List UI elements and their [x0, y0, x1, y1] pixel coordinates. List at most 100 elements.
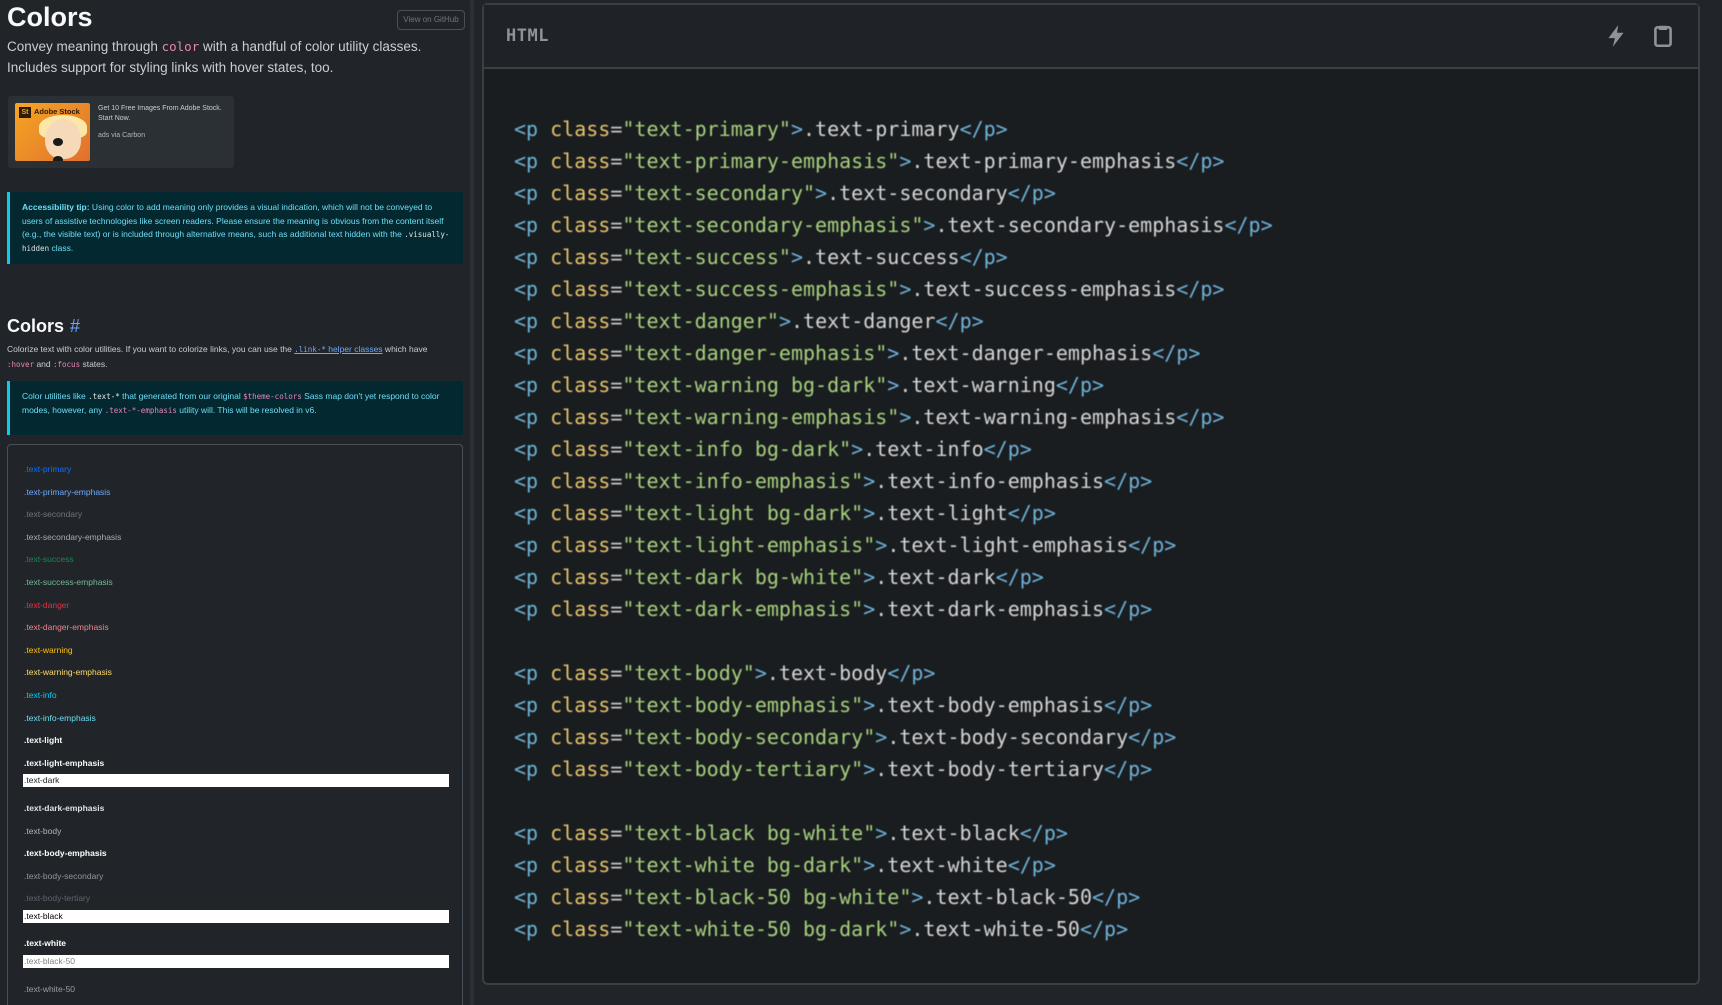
code-line: <p class="text-light bg-dark">.text-ligh…	[514, 501, 1056, 525]
code-line: <p class="text-primary">.text-primary</p…	[514, 117, 1008, 141]
focus-code: :focus	[53, 360, 81, 369]
code-line: <p class="text-info-emphasis">.text-info…	[514, 469, 1153, 493]
color-example-label: .text-light-emphasis	[24, 757, 105, 768]
pane-divider[interactable]	[470, 0, 474, 1005]
code-panel: HTML <p class="text-primary">.text-prima…	[482, 3, 1700, 985]
color-example-item: .text-body-tertiary	[22, 887, 449, 910]
note-text: Color utilities like	[22, 391, 89, 401]
code-line: <p class="text-body-secondary">.text-bod…	[514, 725, 1177, 749]
note-code-3: .text-*-emphasis	[104, 405, 177, 415]
color-example-item: .text-light-emphasis	[22, 752, 449, 775]
color-example-label: .text-white	[24, 938, 67, 949]
ad-image[interactable]: St Adobe Stock	[15, 103, 90, 161]
color-example-item: .text-warning-emphasis	[22, 661, 449, 684]
color-example-item: .text-body	[22, 820, 449, 843]
code-line: <p class="text-danger-emphasis">.text-da…	[514, 341, 1201, 365]
color-example-item: .text-success-emphasis	[22, 571, 449, 594]
color-example-label: .text-white-50	[24, 983, 76, 994]
code-line: <p class="text-secondary-emphasis">.text…	[514, 213, 1273, 237]
code-line: <p class="text-warning bg-dark">.text-wa…	[514, 373, 1105, 397]
code-block[interactable]: <p class="text-primary">.text-primary</p…	[514, 113, 1674, 945]
color-example-list: .text-primary .text-primary-emphasis .text…	[22, 458, 449, 1000]
code-line: <p class="text-dark-emphasis">.text-dark…	[514, 597, 1153, 621]
ad-via-link[interactable]: ads via Carbon	[98, 131, 228, 141]
color-example-label: .text-body-emphasis	[24, 848, 107, 859]
ad-text[interactable]: Get 10 Free Images From Adobe Stock. Sta…	[98, 104, 228, 141]
adobe-stock-logo-icon: St	[19, 107, 31, 118]
section-heading: Colors #	[7, 316, 80, 337]
carbon-ad[interactable]: St Adobe Stock Get 10 Free Images From A…	[8, 96, 234, 168]
color-example-label: .text-info-emphasis	[24, 712, 96, 723]
code-line: <p class="text-info bg-dark">.text-info<…	[514, 437, 1032, 461]
color-example-item: .text-body-secondary	[22, 865, 449, 888]
color-example-item: .text-black	[22, 909, 449, 933]
color-example-item: .text-dark	[22, 774, 449, 797]
code-line: <p class="text-warning-emphasis">.text-w…	[514, 405, 1225, 429]
code-panel-header: HTML	[484, 5, 1698, 69]
desc-text-3: states.	[80, 359, 108, 369]
view-on-github-button[interactable]: View on GitHub	[397, 10, 465, 30]
color-example-label: .text-primary	[24, 464, 72, 474]
color-example-box: .text-primary .text-primary-emphasis .text…	[7, 444, 463, 1005]
color-example-item: .text-success	[22, 548, 449, 571]
color-example-label: .text-success	[24, 554, 74, 565]
link-helpers-link[interactable]: .link-* helper classes	[294, 344, 382, 354]
code-line: <p class="text-black bg-white">.text-bla…	[514, 821, 1068, 845]
color-example-label: .text-black-50	[23, 955, 449, 969]
code-line: <p class="text-black-50 bg-white">.text-…	[514, 885, 1141, 909]
hover-code: :hover	[7, 360, 35, 369]
section-title: Colors	[7, 316, 65, 336]
note-code-1: .text-*	[88, 392, 120, 401]
tip-suffix: class.	[49, 242, 74, 253]
color-example-label: .text-warning-emphasis	[24, 667, 112, 678]
color-example-item: .text-white	[22, 932, 449, 955]
color-example-label: .text-secondary	[24, 509, 83, 520]
code-line: <p class="text-primary-emphasis">.text-p…	[514, 149, 1225, 173]
color-example-label: .text-black	[23, 909, 449, 923]
code-language-label: HTML	[506, 26, 549, 46]
color-example-item: .text-body-emphasis	[22, 842, 449, 865]
lightning-icon[interactable]	[1603, 23, 1629, 49]
color-example-item: .text-white-50	[22, 978, 449, 1001]
color-example-label: .text-body-tertiary	[24, 893, 91, 904]
ad-copy[interactable]: Get 10 Free Images From Adobe Stock. Sta…	[98, 105, 222, 122]
clipboard-icon[interactable]	[1650, 23, 1676, 49]
tip-label: Accessibility tip:	[22, 202, 90, 212]
color-example-label: .text-info	[24, 689, 57, 700]
color-example-label: .text-warning	[24, 644, 73, 655]
ad-image-glasses	[53, 133, 79, 161]
note-text-4: utility will. This will be resolved in v…	[176, 404, 317, 415]
code-line: <p class="text-body-emphasis">.text-body…	[514, 693, 1153, 717]
color-example-item: .text-info	[22, 684, 449, 707]
link-text[interactable]: helper classes	[326, 344, 382, 354]
color-example-label: .text-danger-emphasis	[24, 622, 109, 633]
color-example-item: .text-secondary-emphasis	[22, 526, 449, 549]
color-example-item: .text-light	[22, 729, 449, 752]
code-line: <p class="text-secondary">.text-secondar…	[514, 181, 1056, 205]
lead-text: Convey meaning through	[7, 39, 162, 54]
color-example-item: .text-primary	[22, 458, 449, 481]
code-line: <p class="text-body-tertiary">.text-body…	[514, 757, 1153, 781]
color-example-label: .text-dark-emphasis	[24, 802, 105, 813]
code-line: <p class="text-body">.text-body</p>	[514, 661, 936, 685]
color-example-label: .text-danger	[24, 599, 70, 610]
code-line: <p class="text-white bg-dark">.text-whit…	[514, 853, 1056, 877]
desc-text-2: which have	[382, 344, 428, 354]
note-code-2: $theme-colors	[243, 392, 302, 401]
anchor-link[interactable]: #	[70, 316, 80, 336]
color-example-label: .text-primary-emphasis	[24, 486, 111, 497]
link-code[interactable]: .link-*	[294, 345, 326, 354]
color-example-item: .text-secondary	[22, 503, 449, 526]
code-line: <p class="text-white-50 bg-dark">.text-w…	[514, 917, 1129, 941]
code-line: <p class="text-success">.text-success</p…	[514, 245, 1008, 269]
color-example-item: .text-primary-emphasis	[22, 481, 449, 504]
code-line: <p class="text-dark bg-white">.text-dark…	[514, 565, 1044, 589]
color-example-item: .text-info-emphasis	[22, 707, 449, 730]
color-example-label: .text-dark	[23, 774, 449, 788]
note-text-2: that generated from our original	[119, 391, 244, 401]
code-line: <p class="text-danger">.text-danger</p>	[514, 309, 984, 333]
accessibility-tip-callout: Accessibility tip: Using color to add me…	[7, 192, 463, 264]
color-example-label: .text-success-emphasis	[24, 576, 113, 587]
